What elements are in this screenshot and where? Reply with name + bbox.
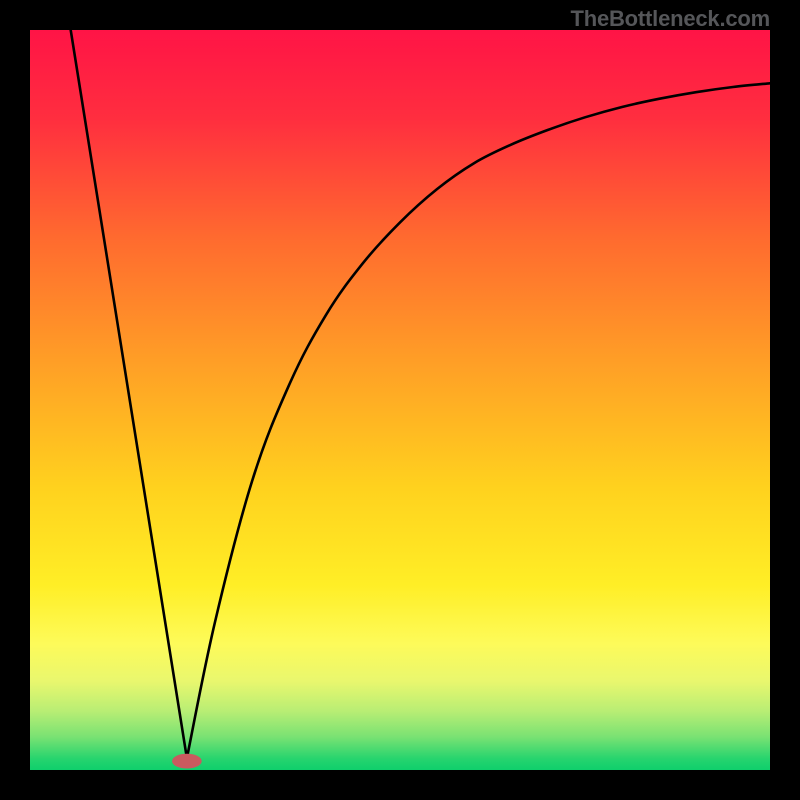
plot-area (30, 30, 770, 770)
gradient-background (30, 30, 770, 770)
watermark-text: TheBottleneck.com (570, 6, 770, 32)
optimal-point-marker (172, 754, 202, 769)
chart-frame: TheBottleneck.com (0, 0, 800, 800)
chart-svg (30, 30, 770, 770)
